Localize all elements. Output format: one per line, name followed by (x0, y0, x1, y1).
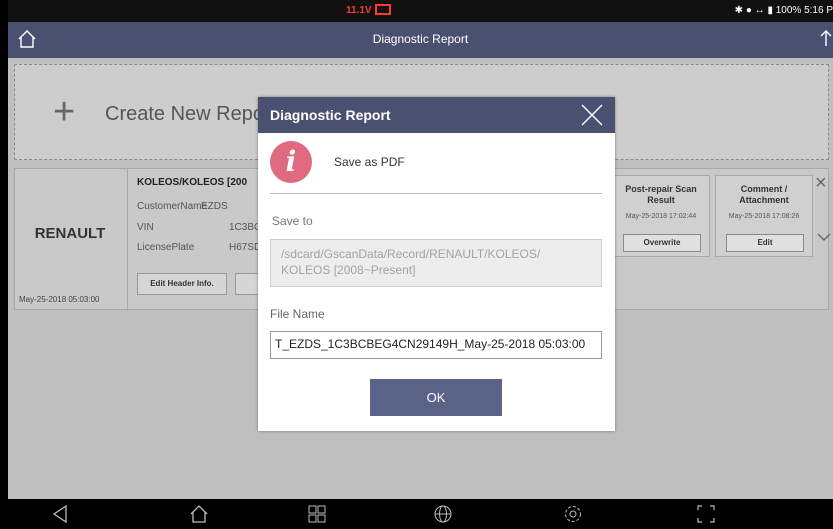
edit-button[interactable]: Edit (726, 234, 804, 252)
comment-attachment-card: Comment / Attachment May-25-2018 17:08:2… (715, 175, 813, 257)
save-to-label: Save to (272, 214, 313, 228)
close-icon[interactable] (579, 102, 605, 133)
network-icon: ↔ (754, 5, 765, 16)
post-repair-scan-card: Post-repair Scan Result May-25-2018 17:0… (612, 175, 710, 257)
vin-label: VIN (137, 222, 154, 233)
bluetooth-icon: ✱ (734, 5, 744, 16)
dnd-icon: ● (745, 5, 752, 16)
vin-value: 1C3BC (229, 222, 262, 233)
ok-button[interactable]: OK (370, 379, 502, 416)
dialog-header: Diagnostic Report (258, 97, 615, 133)
record-date: May-25-2018 05:03:00 (19, 295, 100, 304)
page-title: Diagnostic Report (372, 32, 469, 46)
back-icon[interactable] (50, 503, 70, 529)
upload-icon[interactable] (819, 28, 833, 55)
customer-name-value: EZDS (201, 201, 228, 212)
home-icon[interactable] (188, 503, 210, 529)
customer-name-label: CustomerName (137, 201, 208, 212)
record-action-button[interactable] (235, 273, 259, 295)
status-bar: 11.1V ✱ ● ↔ ▮ 100% 5:16 P (8, 0, 833, 22)
record-divider (127, 169, 128, 311)
save-to-path-field: /sdcard/GscanData/Record/RENAULT/KOLEOS/… (270, 239, 602, 287)
screen: 11.1V ✱ ● ↔ ▮ 100% 5:16 P Diagnostic Rep… (8, 0, 833, 529)
battery-icon: ▮ (767, 5, 773, 16)
screenshot-icon[interactable] (696, 503, 716, 529)
divider (270, 193, 602, 194)
edit-header-info-button[interactable]: Edit Header Info. (137, 273, 227, 295)
save-pdf-dialog: Diagnostic Report i Save as PDF Save to … (258, 97, 615, 431)
file-name-input[interactable]: T_EZDS_1C3BCBEG4CN29149H_May-25-2018 05:… (270, 331, 602, 359)
close-icon[interactable]: × (815, 173, 827, 193)
record-model: KOLEOS/KOLEOS [200 (137, 177, 248, 188)
card-title: Comment / Attachment (739, 184, 789, 205)
voltage-readout: 11.1V (346, 5, 372, 16)
navigation-bar (8, 499, 833, 529)
apps-icon[interactable] (308, 503, 326, 529)
license-plate-label: LicensePlate (137, 242, 195, 253)
car-battery-icon (375, 4, 391, 15)
card-date: May-25-2018 17:02:44 (625, 213, 697, 220)
dialog-title: Diagnostic Report (270, 107, 391, 123)
plus-icon: + (53, 91, 76, 133)
status-right: ✱ ● ↔ ▮ 100% 5:16 P (735, 5, 833, 16)
battery-time: 100% 5:16 P (775, 5, 833, 16)
file-name-label: File Name (270, 307, 325, 321)
overwrite-button[interactable]: Overwrite (623, 234, 701, 252)
settings-icon[interactable] (563, 503, 583, 529)
info-icon: i (270, 141, 312, 183)
license-plate-value: H67SD (229, 242, 262, 253)
title-bar: Diagnostic Report (8, 22, 833, 58)
record-brand: RENAULT (34, 225, 106, 242)
card-date: May-25-2018 17:08:26 (728, 213, 800, 220)
card-title: Post-repair Scan Result (625, 184, 697, 205)
create-new-report-label: Create New Repo (105, 103, 264, 125)
chevron-down-icon[interactable] (817, 229, 831, 247)
globe-icon[interactable] (433, 503, 453, 529)
dialog-message: Save as PDF (334, 155, 405, 169)
